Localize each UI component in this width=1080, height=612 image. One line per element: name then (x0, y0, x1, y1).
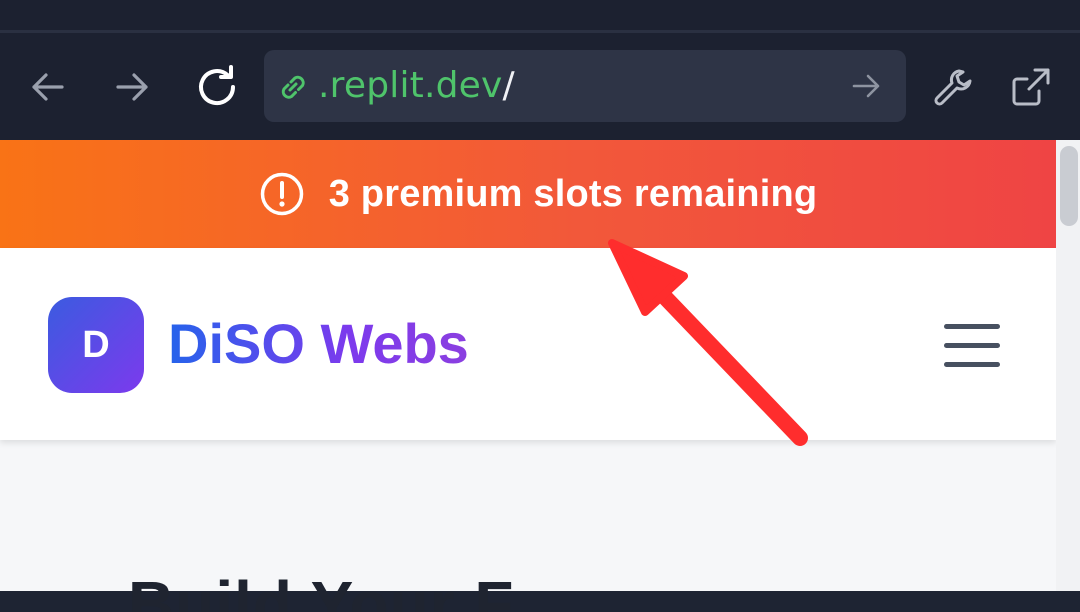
web-page: 3 premium slots remaining D DiSO Webs Bu… (0, 140, 1056, 612)
url-path: / (502, 65, 515, 106)
brand-name[interactable]: DiSO Webs (168, 312, 469, 376)
reload-icon (199, 64, 236, 105)
open-external-button[interactable] (996, 33, 1066, 140)
address-bar[interactable]: .replit.dev/ (264, 50, 906, 122)
hero-heading-text: Build Your F (128, 572, 515, 612)
arrow-right-icon (116, 72, 148, 101)
back-button[interactable] (13, 33, 83, 140)
go-arrow-icon[interactable] (850, 70, 882, 102)
logo[interactable]: D (48, 297, 144, 393)
scrollbar-thumb[interactable] (1060, 146, 1078, 226)
url-domain: .replit.dev (318, 65, 503, 106)
hero-heading: Build Your F (128, 572, 688, 612)
promo-banner: 3 premium slots remaining (0, 140, 1056, 248)
menu-button[interactable] (944, 324, 1000, 368)
url-text: .replit.dev/ (318, 64, 515, 108)
site-header: D DiSO Webs (0, 248, 1056, 440)
forward-button[interactable] (97, 33, 167, 140)
arrow-left-icon (32, 72, 64, 101)
alert-circle-icon (260, 172, 303, 216)
link-icon (281, 75, 305, 99)
reload-button[interactable] (182, 33, 252, 140)
external-link-icon (1012, 68, 1050, 105)
banner-text: 3 premium slots remaining (328, 172, 818, 215)
browser-top-strip (0, 0, 1080, 30)
browser-toolbar: .replit.dev/ (0, 33, 1080, 140)
devtools-button[interactable] (919, 33, 989, 140)
logo-letter: D (82, 323, 110, 366)
wrench-icon (934, 69, 972, 106)
